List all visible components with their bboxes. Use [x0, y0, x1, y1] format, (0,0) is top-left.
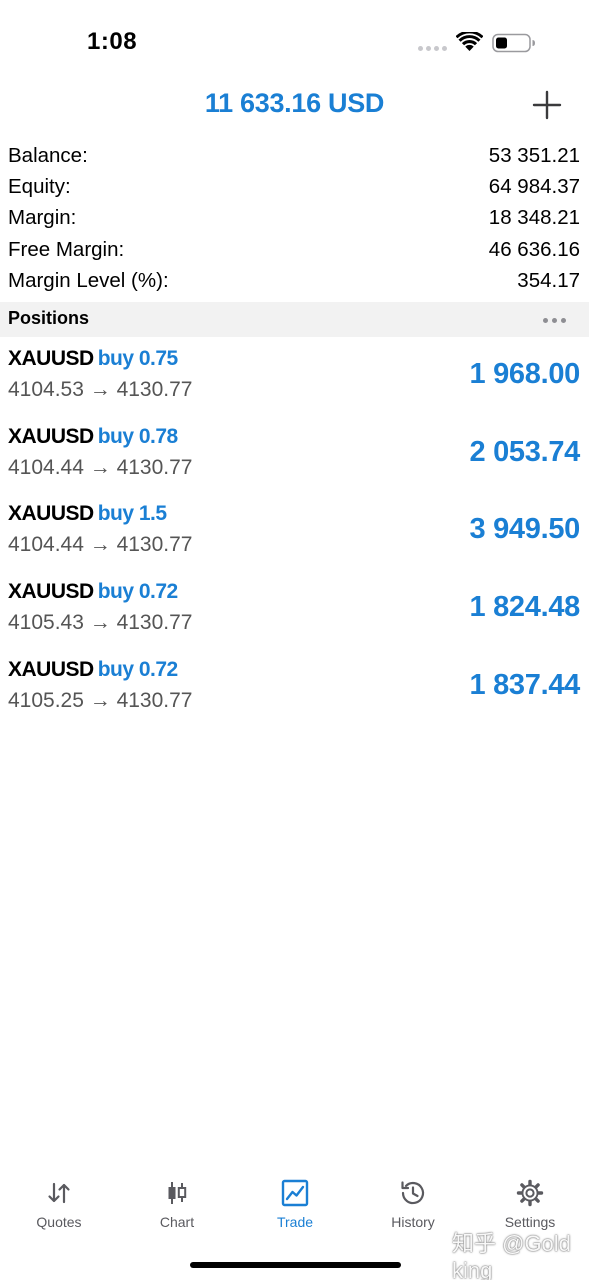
position-row[interactable]: XAUUSD buy 0.78 4104.44 → 4130.77 2 053.7…: [0, 418, 589, 496]
position-title: XAUUSD buy 0.78: [8, 425, 178, 449]
position-type: buy 0.72: [97, 580, 179, 604]
position-symbol: XAUUSD: [8, 502, 94, 526]
status-time: 1:08: [87, 28, 138, 55]
account-summary: Balance: 53 351.21 Equity: 64 984.37 Mar…: [0, 140, 589, 296]
quotes-arrows-icon: [48, 1182, 70, 1204]
summary-row-margin: Margin: 18 348.21: [0, 202, 589, 233]
position-profit: 1 968.00: [469, 358, 581, 390]
position-symbol: XAUUSD: [8, 347, 94, 370]
gear-icon: [516, 1179, 544, 1207]
summary-label: Margin:: [8, 206, 77, 230]
position-prices: 4105.25 → 4130.77: [8, 688, 193, 712]
tab-label: Trade: [276, 1214, 314, 1230]
summary-row-equity: Equity: 64 984.37: [0, 171, 589, 202]
summary-label: Margin Level (%):: [8, 268, 169, 292]
tab-quotes[interactable]: Quotes: [0, 1170, 118, 1240]
position-profit: 1 824.48: [469, 591, 581, 624]
position-title: XAUUSD buy 0.72: [8, 658, 178, 682]
trade-header: 11 633.16 USD: [0, 80, 589, 130]
position-profit: 3 949.50: [469, 513, 581, 546]
summary-value: 64 984.37: [488, 175, 580, 199]
summary-value: 46 636.16: [488, 237, 580, 261]
candlestick-chart-icon: [168, 1182, 187, 1204]
position-row[interactable]: XAUUSD buy 0.75 4104.53 → 4130.77 1 968.0…: [0, 340, 589, 418]
status-bar: 1:08: [0, 0, 589, 80]
summary-row-margin-level: Margin Level (%): 354.17: [0, 265, 589, 296]
tab-chart[interactable]: Chart: [118, 1170, 236, 1240]
summary-row-balance: Balance: 53 351.21: [0, 140, 589, 171]
watermark-text: 知乎 @Gold king: [452, 1231, 571, 1280]
summary-label: Equity:: [8, 175, 71, 199]
summary-value: 354.17: [517, 268, 580, 292]
battery-icon: [492, 33, 535, 53]
cellular-signal-icon: [418, 46, 447, 51]
summary-row-free-margin: Free Margin: 46 636.16: [0, 234, 589, 265]
summary-value: 18 348.21: [488, 206, 580, 230]
position-prices: 4104.44 → 4130.77: [8, 455, 193, 479]
position-title: XAUUSD buy 0.75: [8, 347, 178, 371]
position-prices: 4105.43 → 4130.77: [8, 611, 193, 635]
position-row[interactable]: XAUUSD buy 1.5 4104.44 → 4130.77 3 949.50: [0, 495, 589, 573]
positions-list: XAUUSD buy 0.75 4104.53 → 4130.77 1 968.0…: [0, 340, 589, 728]
position-symbol: XAUUSD: [8, 580, 94, 604]
summary-label: Balance:: [8, 144, 88, 167]
position-prices: 4104.44 → 4130.77: [8, 533, 193, 557]
position-symbol: XAUUSD: [8, 424, 94, 448]
tab-label: Quotes: [36, 1214, 82, 1230]
position-profit: 1 837.44: [469, 668, 581, 701]
account-profit-title: 11 633.16 USD: [204, 88, 385, 118]
home-indicator: [190, 1262, 401, 1268]
position-prices: 4104.53 → 4130.77: [8, 378, 193, 401]
position-type: buy 0.75: [97, 347, 179, 370]
position-profit: 2 053.74: [469, 435, 581, 468]
position-type: buy 0.78: [97, 424, 179, 448]
tab-label: Chart: [159, 1214, 195, 1230]
positions-title: Positions: [8, 308, 90, 328]
history-clock-icon: [401, 1181, 425, 1205]
tab-trade[interactable]: Trade: [236, 1170, 354, 1240]
trade-chart-icon: [281, 1179, 309, 1207]
position-title: XAUUSD buy 0.72: [8, 580, 178, 604]
position-symbol: XAUUSD: [8, 657, 94, 681]
position-type: buy 1.5: [97, 502, 167, 526]
summary-label: Free Margin:: [8, 237, 125, 261]
positions-section-header: Positions: [0, 302, 589, 337]
wifi-icon: [456, 32, 483, 51]
more-options-icon[interactable]: [543, 318, 566, 323]
position-title: XAUUSD buy 1.5: [8, 502, 167, 526]
position-row[interactable]: XAUUSD buy 0.72 4105.43 → 4130.77 1 824.4…: [0, 573, 589, 651]
summary-value: 53 351.21: [488, 144, 580, 167]
position-row[interactable]: XAUUSD buy 0.72 4105.25 → 4130.77 1 837.4…: [0, 651, 589, 729]
add-order-button[interactable]: [530, 88, 564, 122]
position-type: buy 0.72: [97, 657, 179, 681]
